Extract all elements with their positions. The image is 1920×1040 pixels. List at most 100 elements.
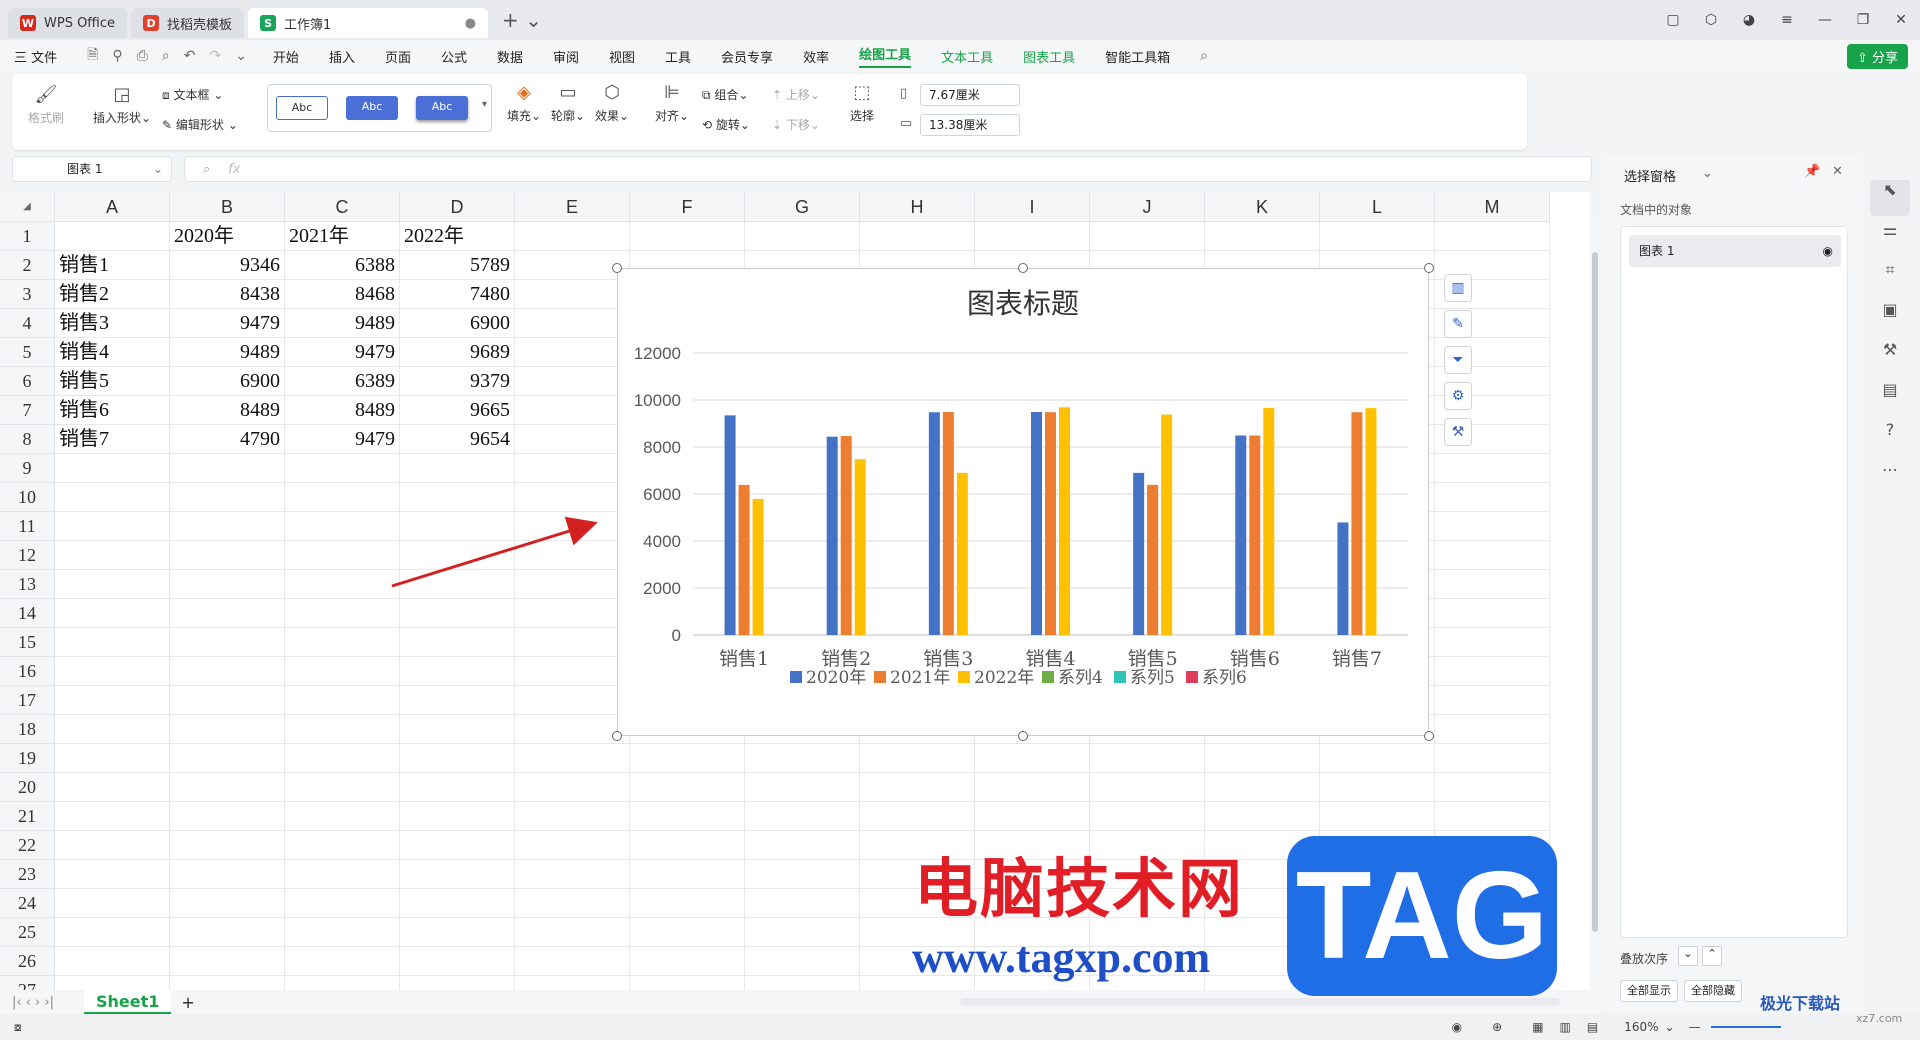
cell[interactable]: 9479 (285, 425, 400, 454)
fill-button[interactable]: ◈ 填充⌄ (504, 82, 544, 124)
avatar[interactable]: ◕ (1730, 12, 1768, 28)
column-header[interactable]: C (285, 192, 400, 222)
cell[interactable] (400, 657, 515, 686)
cell[interactable] (1320, 744, 1435, 773)
cell[interactable] (630, 802, 745, 831)
cell[interactable] (745, 860, 860, 889)
column-header[interactable]: J (1090, 192, 1205, 222)
cell[interactable] (1205, 222, 1320, 251)
row-header[interactable]: 3 (0, 280, 55, 309)
redo-icon[interactable]: ↷ (209, 48, 221, 64)
format-painter-button[interactable]: 🖌 格式刷 (26, 84, 66, 126)
cell[interactable]: 9346 (170, 251, 285, 280)
row-header[interactable]: 22 (0, 831, 55, 860)
cell[interactable] (285, 976, 400, 990)
cell[interactable] (170, 976, 285, 990)
menu-efficiency[interactable]: 效率 (803, 47, 829, 66)
cell[interactable] (170, 483, 285, 512)
cell[interactable] (400, 802, 515, 831)
cell[interactable] (1435, 744, 1550, 773)
cell[interactable] (745, 773, 860, 802)
cell[interactable]: 销售2 (55, 280, 170, 309)
cell[interactable] (55, 483, 170, 512)
cell[interactable] (515, 918, 630, 947)
cell[interactable] (55, 454, 170, 483)
cell[interactable] (400, 860, 515, 889)
row-header[interactable]: 21 (0, 802, 55, 831)
cell[interactable]: 9489 (170, 338, 285, 367)
group-button[interactable]: ⧉ 组合⌄ (702, 86, 762, 103)
menu-view[interactable]: 视图 (609, 47, 635, 66)
cell[interactable]: 销售7 (55, 425, 170, 454)
cell[interactable] (1435, 222, 1550, 251)
cell[interactable] (1435, 541, 1550, 570)
tab-wps-office[interactable]: W WPS Office (8, 8, 128, 38)
cell[interactable] (400, 831, 515, 860)
row-header[interactable]: 20 (0, 773, 55, 802)
toolkit-icon[interactable]: ⚒ (1870, 340, 1910, 376)
cell[interactable] (515, 947, 630, 976)
row-header[interactable]: 27 (0, 976, 55, 990)
cell[interactable] (745, 918, 860, 947)
cell[interactable] (630, 773, 745, 802)
menu-chart-tools[interactable]: 图表工具 (1023, 47, 1075, 66)
cell[interactable] (170, 860, 285, 889)
cell[interactable] (515, 773, 630, 802)
row-header[interactable]: 9 (0, 454, 55, 483)
cell[interactable] (170, 802, 285, 831)
cell[interactable]: 9665 (400, 396, 515, 425)
width-input[interactable]: 7.67厘米 (920, 84, 1020, 106)
object-item-chart1[interactable]: 图表 1 ◉ (1629, 235, 1841, 267)
cell[interactable] (515, 802, 630, 831)
cell[interactable] (285, 686, 400, 715)
cell[interactable] (515, 744, 630, 773)
cell[interactable] (515, 222, 630, 251)
cell[interactable] (170, 918, 285, 947)
text-box-button[interactable]: ⧈ 文本框 ⌄ (162, 86, 242, 103)
cell[interactable] (55, 599, 170, 628)
cell[interactable] (630, 947, 745, 976)
pin-icon[interactable]: 📌 (1804, 164, 1820, 179)
minimize-icon[interactable]: — (1806, 12, 1844, 28)
order-down-icon[interactable]: ⌄ (1678, 946, 1698, 966)
cell[interactable] (400, 628, 515, 657)
visibility-eye-icon[interactable]: ◉ (1823, 235, 1833, 267)
resize-handle[interactable] (1018, 731, 1028, 741)
cell[interactable] (1090, 773, 1205, 802)
cell[interactable] (515, 976, 630, 990)
column-header[interactable]: L (1320, 192, 1435, 222)
menu-formula[interactable]: 公式 (441, 47, 467, 66)
cell[interactable]: 2020年 (170, 222, 285, 251)
cell[interactable] (55, 628, 170, 657)
cell[interactable] (400, 947, 515, 976)
cell[interactable] (630, 918, 745, 947)
style-outline[interactable]: Abc (276, 96, 328, 120)
row-header[interactable]: 11 (0, 512, 55, 541)
chart-tools-icon[interactable]: ⚒ (1444, 418, 1472, 446)
cell[interactable] (1090, 744, 1205, 773)
vertical-scrollbar[interactable] (1590, 222, 1600, 982)
cell[interactable] (1435, 715, 1550, 744)
cell[interactable] (745, 889, 860, 918)
cell[interactable] (1320, 773, 1435, 802)
height-input[interactable]: 13.38厘米 (920, 114, 1020, 136)
menu-tools[interactable]: 工具 (665, 47, 691, 66)
column-header[interactable]: F (630, 192, 745, 222)
cell[interactable] (55, 947, 170, 976)
cell[interactable] (285, 947, 400, 976)
cell[interactable] (170, 715, 285, 744)
macro-icon[interactable]: ⧇ (14, 1020, 22, 1035)
cell[interactable] (170, 599, 285, 628)
cell[interactable]: 9479 (285, 338, 400, 367)
cell[interactable] (860, 744, 975, 773)
insert-shape-button[interactable]: ◲ 插入形状⌄ (90, 84, 154, 126)
cell[interactable] (515, 338, 630, 367)
cell[interactable]: 8489 (170, 396, 285, 425)
menu-page[interactable]: 页面 (385, 47, 411, 66)
style-filled[interactable]: Abc (346, 96, 398, 120)
cell[interactable] (285, 889, 400, 918)
row-header[interactable]: 15 (0, 628, 55, 657)
cell[interactable]: 6389 (285, 367, 400, 396)
cell[interactable] (630, 744, 745, 773)
cell[interactable] (400, 976, 515, 990)
